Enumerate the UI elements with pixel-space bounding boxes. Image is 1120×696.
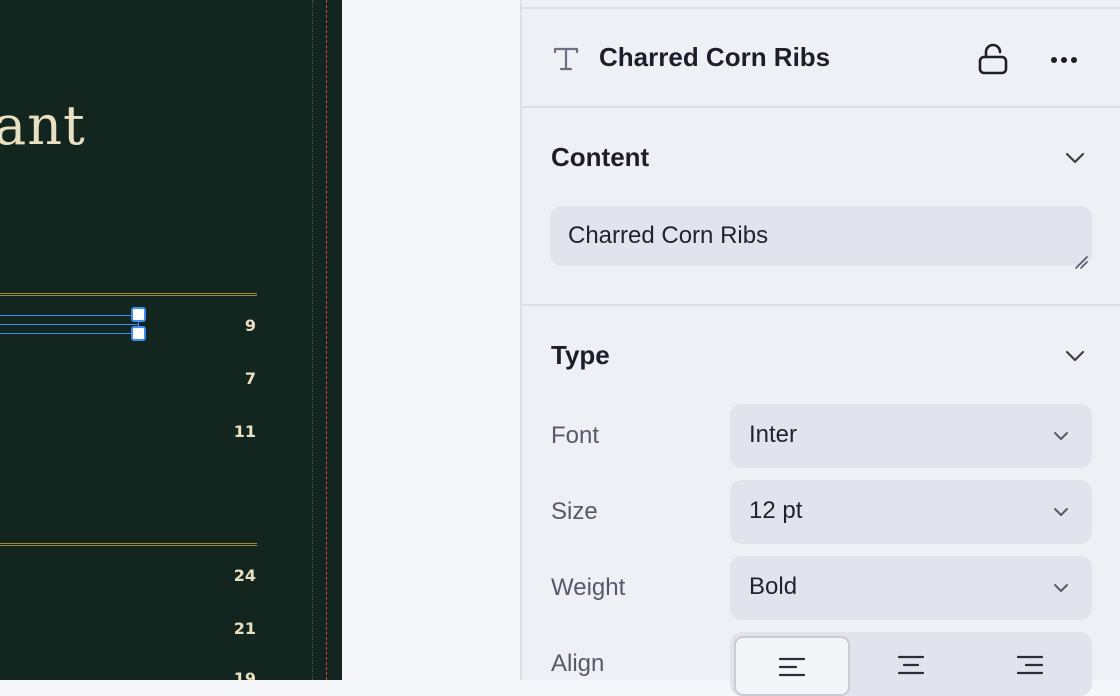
size-value: 12 pt (749, 497, 803, 524)
more-options-button[interactable] (1044, 41, 1084, 81)
font-value: Inter (749, 421, 798, 448)
unlock-icon (977, 43, 1009, 80)
more-horizontal-icon (1049, 52, 1079, 70)
bleed-guide-line (326, 0, 327, 680)
selection-baseline (0, 324, 139, 325)
resize-handle-bottom-right[interactable] (131, 326, 146, 341)
align-center-button[interactable] (853, 636, 969, 696)
section-divider (522, 304, 1120, 306)
chevron-down-icon[interactable] (1064, 345, 1086, 367)
menu-item-price[interactable]: 19 (234, 669, 256, 680)
content-text-value: Charred Corn Ribs (568, 222, 769, 249)
align-right-icon (1016, 654, 1044, 681)
align-left-icon (778, 656, 806, 683)
layer-header: Charred Corn Ribs (522, 8, 1120, 108)
weight-value: Bold (749, 573, 798, 600)
align-left-button[interactable] (734, 636, 850, 696)
canvas-background (342, 0, 520, 680)
align-center-icon (897, 654, 925, 681)
font-select[interactable]: Inter (730, 404, 1092, 468)
menu-item-price[interactable]: 24 (234, 566, 256, 585)
size-label: Size (551, 498, 598, 525)
size-select[interactable]: 12 pt (730, 480, 1092, 544)
column-guide-dotted (312, 0, 313, 680)
text-type-icon (551, 44, 581, 74)
resize-handle-top-right[interactable] (131, 307, 146, 322)
menu-item-price[interactable]: 7 (245, 369, 256, 388)
menu-title-text[interactable]: ant (0, 94, 86, 157)
chevron-down-icon (1050, 501, 1072, 523)
section-divider-rule (0, 543, 257, 546)
font-label: Font (551, 422, 600, 449)
align-label: Align (551, 650, 605, 677)
weight-select[interactable]: Bold (730, 556, 1092, 620)
content-section-title[interactable]: Content (551, 142, 649, 173)
menu-item-price[interactable]: 21 (234, 619, 256, 638)
layer-name: Charred Corn Ribs (599, 42, 831, 72)
type-section-title[interactable]: Type (551, 340, 610, 371)
weight-label: Weight (551, 574, 626, 601)
chevron-down-icon (1050, 577, 1072, 599)
menu-item-price[interactable]: 9 (245, 316, 256, 335)
text-align-segmented-control (730, 632, 1092, 696)
content-text-input[interactable]: Charred Corn Ribs (550, 206, 1092, 269)
lock-toggle-button[interactable] (973, 41, 1013, 81)
menu-item-price[interactable]: 11 (234, 422, 256, 441)
align-right-button[interactable] (972, 636, 1088, 696)
chevron-down-icon[interactable] (1064, 147, 1086, 169)
resize-grip-icon[interactable] (1074, 248, 1088, 269)
section-divider-rule (0, 293, 257, 296)
design-canvas[interactable]: ant 9 7 11 24 21 19 (0, 0, 342, 680)
chevron-down-icon (1050, 425, 1072, 447)
inspector-panel: Charred Corn Ribs Content Charred Corn R… (520, 0, 1120, 696)
